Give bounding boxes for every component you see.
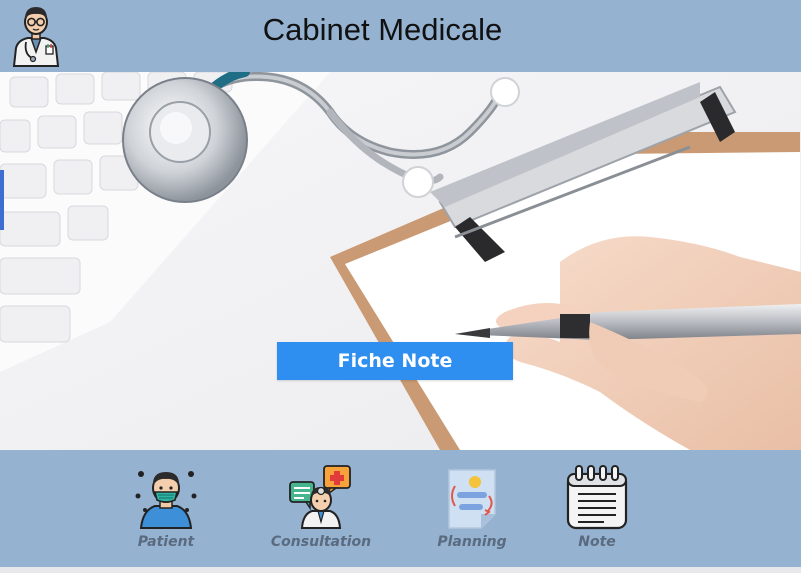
patient-mask-icon[interactable] bbox=[133, 464, 199, 530]
bottom-divider bbox=[0, 567, 801, 573]
nav-label-note: Note bbox=[578, 534, 616, 550]
nav-label-consultation: Consultation bbox=[270, 534, 372, 550]
nav-item-note[interactable]: Note bbox=[532, 450, 662, 567]
notepad-icon[interactable] bbox=[564, 464, 630, 530]
app-title: Cabinet Medicale bbox=[262, 12, 503, 47]
nav-item-consultation[interactable]: Consultation bbox=[256, 450, 386, 567]
nav-item-planning[interactable]: Planning bbox=[407, 450, 537, 567]
app-header: Cabinet Medicale bbox=[0, 0, 801, 72]
nav-label-patient: Patient bbox=[137, 534, 195, 550]
nav-item-patient[interactable]: Patient bbox=[101, 450, 231, 567]
bottom-nav: Patient Consultation Planning Note bbox=[0, 450, 801, 567]
consultation-doctor-icon[interactable] bbox=[288, 464, 354, 530]
stethoscope-clipboard-writing-photo: Fiche Note bbox=[0, 72, 801, 450]
planning-icon[interactable] bbox=[439, 464, 505, 530]
fiche-note-button[interactable]: Fiche Note bbox=[277, 342, 513, 380]
nav-label-planning: Planning bbox=[437, 534, 507, 550]
